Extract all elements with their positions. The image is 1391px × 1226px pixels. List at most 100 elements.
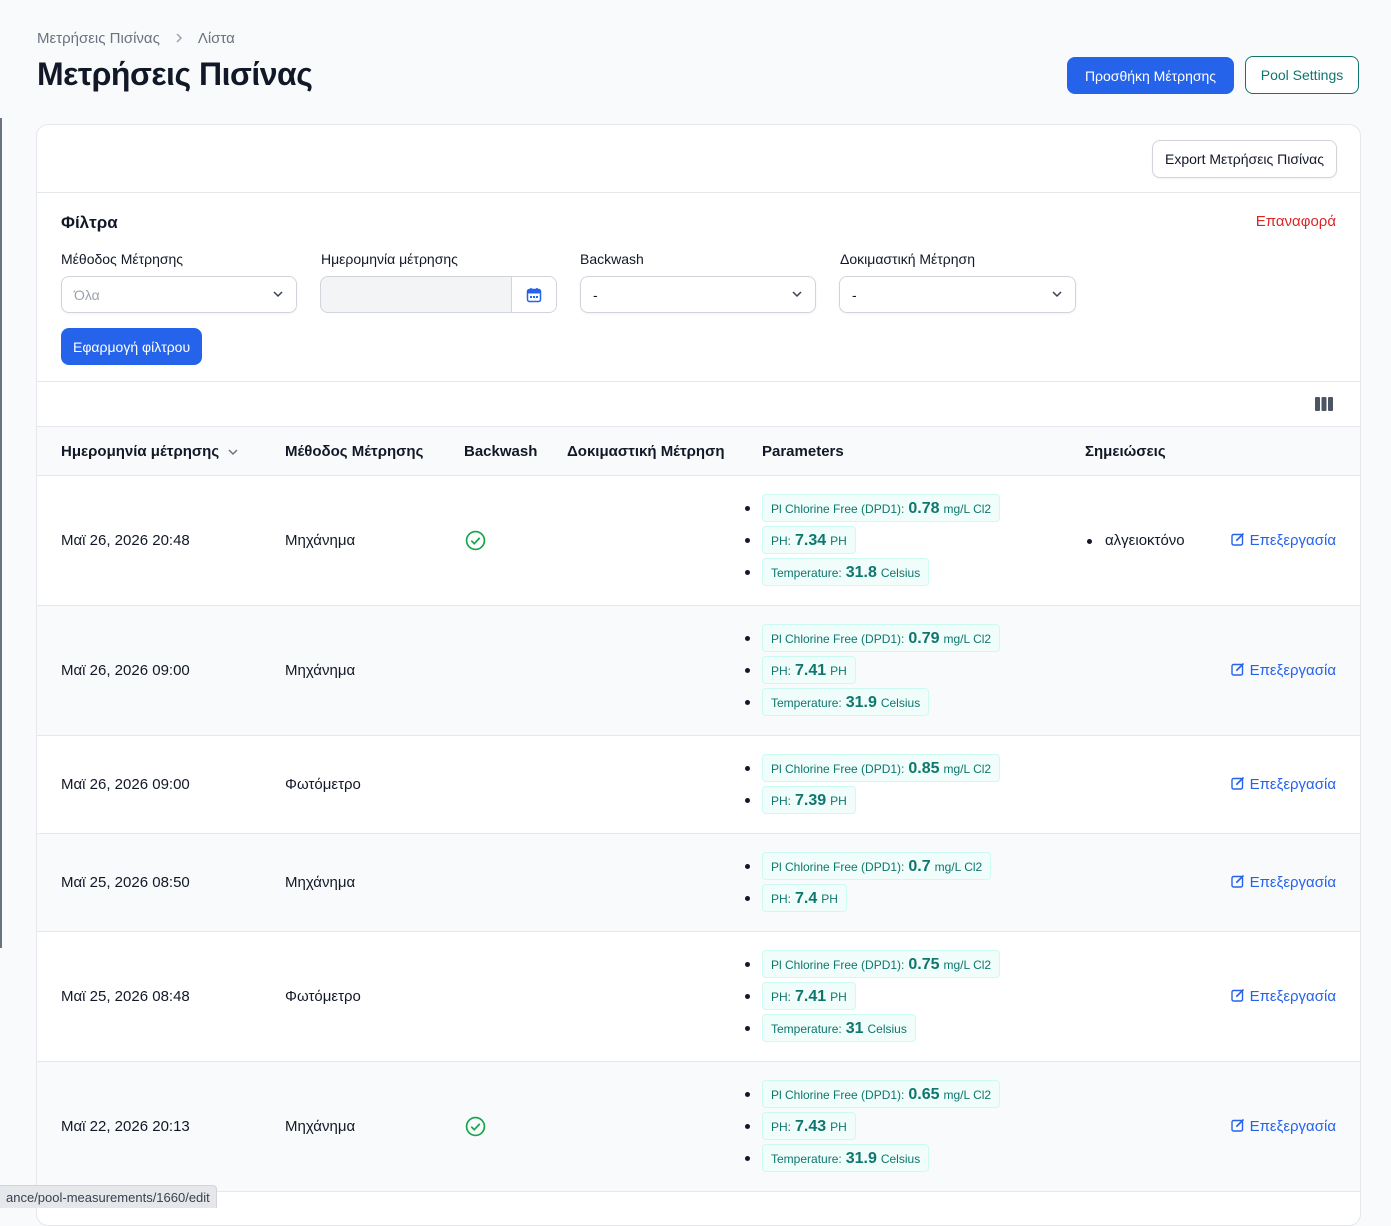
parameter-value: 0.85 — [908, 760, 940, 777]
breadcrumb: Μετρήσεις Πισίνας Λίστα — [37, 30, 235, 47]
parameter-unit: mg/L Cl2 — [943, 1088, 992, 1102]
parameter-item: Pl Chlorine Free (DPD1): 0.78 mg/L Cl2 — [744, 492, 1001, 524]
parameter-name: PH: — [771, 990, 792, 1004]
parameter-name: Pl Chlorine Free (DPD1): — [771, 1088, 905, 1102]
window-edge — [0, 118, 2, 948]
parameter-name: Pl Chlorine Free (DPD1): — [771, 958, 905, 972]
edit-link[interactable]: Επεξεργασία — [1230, 776, 1336, 794]
check-circle-icon — [465, 530, 486, 555]
parameter-unit: Celsius — [880, 696, 921, 710]
edit-icon — [1230, 776, 1245, 794]
parameter-value: 7.43 — [795, 1118, 827, 1135]
chevron-down-icon — [273, 291, 283, 298]
edit-link[interactable]: Επεξεργασία — [1230, 1118, 1336, 1136]
parameter-unit: PH — [821, 892, 838, 906]
table-row[interactable]: Μαϊ 25, 2026 08:50 Μηχάνημα Pl Chlorine Fr… — [37, 834, 1360, 932]
th-method: Μέθοδος Μέτρησης — [285, 443, 424, 460]
parameter-unit: mg/L Cl2 — [943, 958, 992, 972]
parameters-list: Pl Chlorine Free (DPD1): 0.78 mg/L Cl2 PH: 7… — [744, 492, 1001, 588]
parameter-value: 31.9 — [845, 1150, 877, 1167]
edit-link[interactable]: Επεξεργασία — [1230, 662, 1336, 680]
filter-method-value: Όλα — [74, 286, 100, 303]
parameter-value: 0.79 — [908, 630, 940, 647]
edit-link[interactable]: Επεξεργασία — [1230, 988, 1336, 1006]
edit-link[interactable]: Επεξεργασία — [1230, 874, 1336, 892]
table-row[interactable]: Μαϊ 26, 2026 09:00 Μηχάνημα Pl Chlorine Fr… — [37, 606, 1360, 736]
filters-title: Φίλτρα — [61, 213, 118, 232]
cell-date: Μαϊ 22, 2026 20:13 — [61, 1117, 190, 1135]
filter-backwash-select[interactable]: - — [580, 276, 816, 313]
parameter-item: PH: 7.34 PH — [744, 524, 1000, 556]
parameter-item: Pl Chlorine Free (DPD1): 0.75 mg/L Cl2 — [744, 948, 1001, 980]
parameter-badge: PH: 7.39 PH — [762, 786, 856, 814]
parameter-name: Pl Chlorine Free (DPD1): — [771, 860, 905, 874]
filter-date-value[interactable] — [321, 277, 333, 312]
parameter-value: 7.34 — [795, 532, 827, 549]
filter-method-select[interactable]: Όλα — [61, 276, 297, 313]
parameter-item: Temperature: 31.9 Celsius — [744, 686, 1000, 718]
parameter-value: 31 — [845, 1020, 864, 1037]
parameter-badge: Pl Chlorine Free (DPD1): 0.79 mg/L Cl2 — [762, 624, 1001, 652]
parameter-badge: Pl Chlorine Free (DPD1): 0.85 mg/L Cl2 — [762, 754, 1001, 782]
table-row[interactable]: Μαϊ 26, 2026 20:48 Μηχάνημα Pl Chlorine Fr… — [37, 476, 1360, 606]
parameter-item: Temperature: 31 Celsius — [744, 1012, 1000, 1044]
edit-icon — [1230, 874, 1245, 892]
th-params: Parameters — [762, 443, 844, 460]
parameter-item: PH: 7.41 PH — [744, 654, 1000, 686]
columns-icon[interactable] — [1314, 396, 1334, 412]
edit-label: Επεξεργασία — [1249, 874, 1336, 891]
notes-list: αλγειοκτόνο — [1085, 532, 1185, 549]
parameter-item: Pl Chlorine Free (DPD1): 0.7 mg/L Cl2 — [744, 850, 992, 882]
table-row[interactable]: Μαϊ 22, 2026 20:13 Μηχάνημα Pl Chlorine Fr… — [37, 1062, 1360, 1192]
filter-date-field[interactable] — [320, 276, 557, 313]
parameter-unit: mg/L Cl2 — [943, 762, 992, 776]
status-bar-url: ance/pool-measurements/1660/edit — [0, 1185, 217, 1208]
breadcrumb-parent[interactable]: Μετρήσεις Πισίνας — [37, 30, 160, 47]
apply-filters-button[interactable]: Εφαρμογή φίλτρου — [61, 328, 203, 365]
pool-settings-button[interactable]: Pool Settings — [1245, 56, 1359, 94]
edit-label: Επεξεργασία — [1249, 1118, 1336, 1135]
filters-reset-link[interactable]: Επαναφορά — [1256, 213, 1336, 230]
parameter-badge: Pl Chlorine Free (DPD1): 0.7 mg/L Cl2 — [762, 852, 992, 880]
parameter-badge: Pl Chlorine Free (DPD1): 0.78 mg/L Cl2 — [762, 494, 1001, 522]
parameter-name: PH: — [771, 534, 792, 548]
parameter-unit: mg/L Cl2 — [943, 502, 992, 516]
cell-date: Μαϊ 26, 2026 09:00 — [61, 775, 190, 793]
parameter-name: Pl Chlorine Free (DPD1): — [771, 762, 905, 776]
add-measurement-button[interactable]: Προσθήκη Μέτρησης — [1067, 57, 1234, 94]
table-row[interactable]: Μαϊ 26, 2026 09:00 Φωτόμετρο Pl Chlorine F… — [37, 736, 1360, 834]
edit-icon — [1230, 662, 1245, 680]
parameter-name: Pl Chlorine Free (DPD1): — [771, 502, 905, 516]
table-row[interactable]: Μαϊ 25, 2026 08:48 Φωτόμετρο Pl Chlorine F… — [37, 932, 1360, 1062]
th-backwash: Backwash — [464, 443, 538, 460]
export-button[interactable]: Export Μετρήσεις Πισίνας — [1152, 140, 1337, 178]
parameter-unit: PH — [830, 990, 847, 1004]
edit-icon — [1230, 532, 1245, 550]
parameter-unit: PH — [830, 794, 847, 808]
parameter-item: PH: 7.43 PH — [744, 1110, 1000, 1142]
chevron-down-icon — [792, 291, 802, 298]
th-date[interactable]: Ημερομηνία μέτρησης — [61, 443, 239, 460]
parameter-unit: PH — [830, 664, 847, 678]
parameter-unit: Celsius — [880, 566, 921, 580]
parameter-value: 7.41 — [795, 662, 827, 679]
edit-link[interactable]: Επεξεργασία — [1230, 532, 1336, 550]
filter-backwash-value: - — [593, 286, 598, 303]
filter-method-label: Μέθοδος Μέτρησης — [61, 251, 184, 267]
parameter-badge: Pl Chlorine Free (DPD1): 0.75 mg/L Cl2 — [762, 950, 1001, 978]
calendar-button[interactable] — [511, 277, 556, 312]
parameters-list: Pl Chlorine Free (DPD1): 0.75 mg/L Cl2 PH: 7… — [744, 948, 1001, 1044]
cell-method: Φωτόμετρο — [285, 775, 361, 793]
parameter-name: PH: — [771, 1120, 792, 1134]
parameter-item: PH: 7.39 PH — [744, 784, 1000, 816]
edit-icon — [1230, 1118, 1245, 1136]
th-date-label: Ημερομηνία μέτρησης — [61, 443, 220, 460]
parameter-value: 0.78 — [908, 500, 940, 517]
filter-test-select[interactable]: - — [839, 276, 1076, 313]
th-notes: Σημειώσεις — [1085, 443, 1166, 460]
parameter-item: Pl Chlorine Free (DPD1): 0.85 mg/L Cl2 — [744, 752, 1001, 784]
parameter-unit: mg/L Cl2 — [943, 632, 992, 646]
cell-method: Μηχάνημα — [285, 1117, 356, 1135]
edit-label: Επεξεργασία — [1249, 776, 1336, 793]
parameter-unit: PH — [830, 534, 847, 548]
